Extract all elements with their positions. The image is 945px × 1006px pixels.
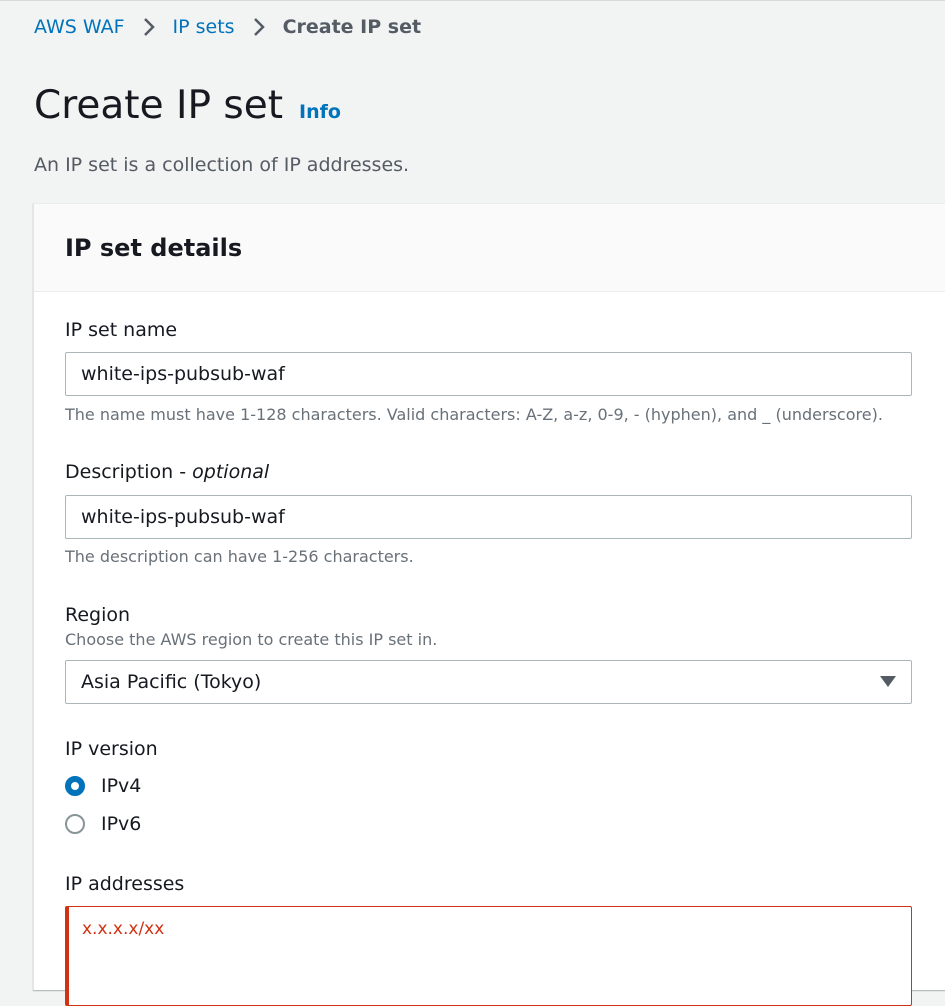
region-hint: Choose the AWS region to create this IP … xyxy=(65,630,438,649)
ip-set-name-hint: The name must have 1-128 characters. Val… xyxy=(65,405,883,424)
region-select[interactable]: Asia Pacific (Tokyo) xyxy=(65,660,912,704)
ip-addresses-textarea[interactable]: x.x.x.x/xx xyxy=(65,906,912,1006)
radio-unchecked-icon[interactable] xyxy=(65,814,85,834)
page-header: Create IP set Info xyxy=(34,82,341,130)
ip-set-name-label: IP set name xyxy=(65,319,178,341)
caret-down-icon xyxy=(880,671,896,693)
description-value: white-ips-pubsub-waf xyxy=(81,506,285,528)
ip-set-details-container: IP set details IP set name white-ips-pub… xyxy=(33,203,945,1006)
breadcrumb: AWS WAF IP sets Create IP set xyxy=(34,14,421,40)
ip-set-name-input[interactable]: white-ips-pubsub-waf xyxy=(65,352,912,396)
ip-version-label: IP version xyxy=(65,738,158,760)
container-header: IP set details xyxy=(34,204,945,292)
ip-addresses-label: IP addresses xyxy=(65,873,185,895)
optional-tag: optional xyxy=(192,461,270,483)
chevron-right-icon xyxy=(235,16,283,38)
ip-addresses-value: x.x.x.x/xx xyxy=(82,919,165,939)
region-selected-value: Asia Pacific (Tokyo) xyxy=(81,671,262,693)
page-description: An IP set is a collection of IP addresse… xyxy=(34,154,410,176)
breadcrumb-aws-waf[interactable]: AWS WAF xyxy=(34,14,125,40)
chevron-right-icon xyxy=(125,16,173,38)
top-divider xyxy=(0,0,945,1)
container-title: IP set details xyxy=(65,234,243,262)
info-link[interactable]: Info xyxy=(299,101,341,123)
radio-ipv4[interactable]: IPv4 xyxy=(65,773,141,799)
description-hint: The description can have 1-256 character… xyxy=(65,547,414,566)
description-input[interactable]: white-ips-pubsub-waf xyxy=(65,495,912,539)
description-label-text: Description - xyxy=(65,461,193,483)
breadcrumb-current: Create IP set xyxy=(282,16,422,38)
radio-ipv6-label: IPv6 xyxy=(101,813,142,835)
region-label: Region xyxy=(65,604,131,626)
ip-set-name-value: white-ips-pubsub-waf xyxy=(81,363,285,385)
breadcrumb-ip-sets[interactable]: IP sets xyxy=(173,14,235,40)
radio-ipv6[interactable]: IPv6 xyxy=(65,811,141,837)
page-title: Create IP set xyxy=(34,83,284,128)
description-label: Description - optional xyxy=(65,459,269,485)
radio-checked-icon[interactable] xyxy=(65,776,85,796)
radio-ipv4-label: IPv4 xyxy=(101,775,142,797)
